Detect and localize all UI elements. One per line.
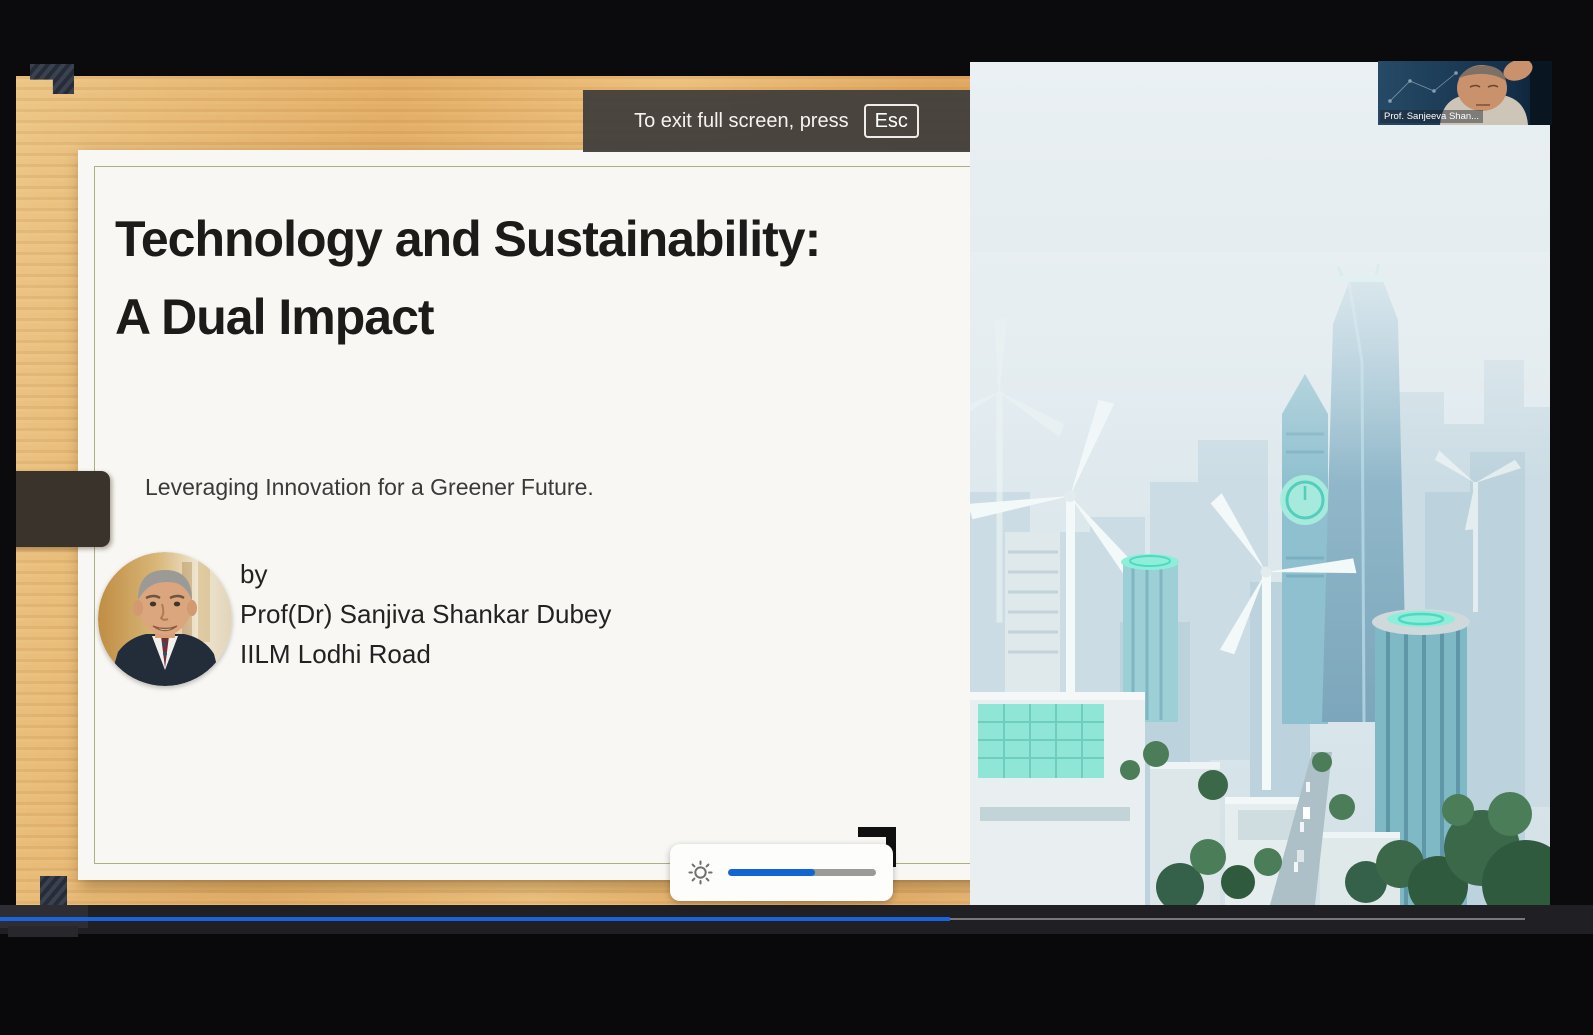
slide-title: Technology and Sustainability: A Dual Im… [115, 200, 925, 356]
author-portrait [98, 552, 232, 686]
author-portrait-image [98, 552, 232, 686]
brightness-fill [728, 869, 815, 876]
presenter-webcam-thumbnail[interactable]: Prof. Sanjeeva Shan... [1378, 61, 1552, 125]
bottom-bar-control-remnant-small [8, 926, 78, 937]
atmospheric-haze [970, 252, 1550, 482]
playback-progress-remaining [950, 918, 1525, 920]
byline-prefix: by [240, 554, 611, 594]
slide-title-line2: A Dual Impact [115, 278, 925, 356]
slide-side-tab-decoration [16, 471, 110, 547]
playback-progress-fill [0, 917, 950, 921]
exit-fullscreen-text: To exit full screen, press [634, 110, 849, 133]
slide-subtitle: Leveraging Innovation for a Greener Futu… [145, 474, 594, 501]
brightness-slider[interactable] [728, 869, 876, 876]
shared-slide-city-image [970, 62, 1550, 905]
author-name: Prof(Dr) Sanjiva Shankar Dubey [240, 594, 611, 634]
brightness-control[interactable] [670, 844, 893, 901]
bottom-player-bar [0, 905, 1593, 934]
esc-key: Esc [864, 104, 919, 138]
author-institution: IILM Lodhi Road [240, 634, 611, 674]
city-illustration [970, 62, 1550, 905]
slide-title-line1: Technology and Sustainability: [115, 200, 925, 278]
playback-progress-track[interactable] [0, 917, 950, 921]
shared-slide-left-half: Technology and Sustainability: A Dual Im… [16, 62, 970, 905]
participant-name-label: Prof. Sanjeeva Shan... [1380, 110, 1483, 123]
bottom-letterbox [0, 934, 1593, 1035]
sun-icon [687, 859, 714, 886]
meeting-fullscreen-view: Technology and Sustainability: A Dual Im… [0, 0, 1593, 1035]
washi-tape-bottom-decoration [40, 876, 67, 905]
author-block: by Prof(Dr) Sanjiva Shankar Dubey IILM L… [240, 554, 611, 674]
exit-fullscreen-banner: To exit full screen, press Esc [583, 90, 970, 152]
